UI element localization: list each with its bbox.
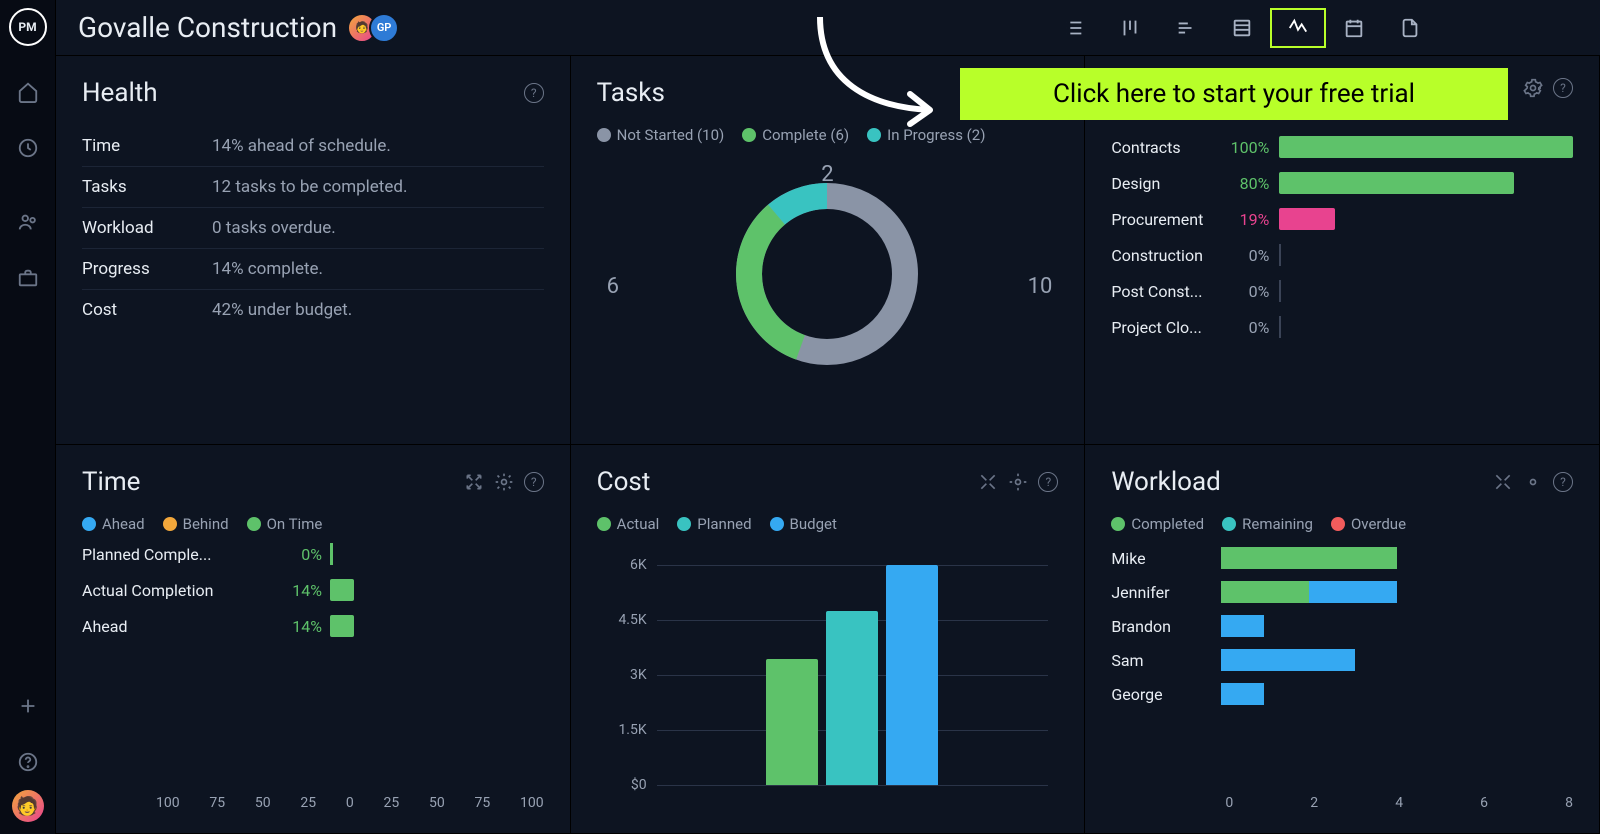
help-icon[interactable]: ? [1038, 472, 1058, 492]
workload-axis: 02468 [1225, 795, 1573, 811]
legend-item[interactable]: Behind [163, 515, 229, 533]
legend-item[interactable]: On Time [247, 515, 323, 533]
health-row: Progress14% complete. [82, 249, 544, 290]
legend-item[interactable]: Planned [677, 515, 751, 533]
donut-label-inprogress: 2 [821, 162, 833, 187]
settings-icon[interactable] [494, 472, 514, 492]
legend-item[interactable]: In Progress (2) [867, 126, 985, 144]
health-row: Workload0 tasks overdue. [82, 208, 544, 249]
time-row: Ahead14% [82, 615, 544, 637]
health-row: Time14% ahead of schedule. [82, 126, 544, 167]
workload-row: George [1111, 683, 1573, 705]
card-time: Time ? Ahead Behind On Time Planned Comple… [56, 445, 571, 834]
nav-help-icon[interactable] [0, 734, 56, 790]
expand-icon[interactable] [978, 472, 998, 492]
card-title: Cost [597, 467, 651, 497]
help-icon[interactable]: ? [1553, 472, 1573, 492]
legend-item[interactable]: Remaining [1222, 515, 1313, 533]
tasks-legend: Not Started (10) Complete (6) In Progress … [597, 126, 1059, 144]
help-icon[interactable]: ? [1553, 78, 1573, 98]
view-files-icon[interactable] [1382, 8, 1438, 48]
dashboard-grid: Health ? Time14% ahead of schedule.Tasks… [56, 56, 1600, 834]
card-health: Health ? Time14% ahead of schedule.Tasks… [56, 56, 571, 445]
workload-row: Sam [1111, 649, 1573, 671]
legend-item[interactable]: Ahead [82, 515, 145, 533]
phase-row: Construction0% [1111, 244, 1573, 266]
legend-item[interactable]: Budget [770, 515, 837, 533]
cost-legend: Actual Planned Budget [597, 515, 1059, 533]
donut-label-notstarted: 10 [1028, 274, 1053, 299]
help-icon[interactable]: ? [524, 472, 544, 492]
workload-row: Brandon [1111, 615, 1573, 637]
card-title: Tasks [597, 78, 665, 108]
health-row: Cost42% under budget. [82, 290, 544, 330]
nav-home-icon[interactable] [0, 64, 56, 120]
phase-row: Procurement19% [1111, 208, 1573, 230]
settings-icon[interactable] [1008, 472, 1028, 492]
card-title: Health [82, 78, 158, 108]
legend-item[interactable]: Completed [1111, 515, 1204, 533]
nav-recent-icon[interactable] [0, 120, 56, 176]
phase-row: Post Const...0% [1111, 280, 1573, 302]
free-trial-banner[interactable]: Click here to start your free trial [960, 68, 1508, 120]
help-icon[interactable]: ? [524, 83, 544, 103]
legend-item[interactable]: Overdue [1331, 515, 1406, 533]
nav-add-icon[interactable] [0, 678, 56, 734]
phase-row: Design80% [1111, 172, 1573, 194]
health-row: Tasks12 tasks to be completed. [82, 167, 544, 208]
card-title: Workload [1111, 467, 1220, 497]
cost-bar [826, 611, 878, 785]
settings-icon[interactable] [1523, 472, 1543, 492]
view-sheet-icon[interactable] [1214, 8, 1270, 48]
member-avatar[interactable]: GP [369, 13, 399, 43]
workload-legend: Completed Remaining Overdue [1111, 515, 1573, 533]
time-row: Actual Completion14% [82, 579, 544, 601]
time-axis: 1007550250255075100 [156, 795, 544, 811]
expand-icon[interactable] [464, 472, 484, 492]
view-gantt-icon[interactable] [1158, 8, 1214, 48]
view-dashboard-icon[interactable] [1270, 8, 1326, 48]
view-calendar-icon[interactable] [1326, 8, 1382, 48]
project-title: Govalle Construction [78, 11, 337, 44]
phase-row: Project Clo...0% [1111, 316, 1573, 338]
card-workload: Workload ? Completed Remaining Overdue Mik… [1085, 445, 1600, 834]
workload-row: Mike [1111, 547, 1573, 569]
project-members[interactable]: 🧑 GP [355, 13, 399, 43]
time-row: Planned Comple...0% [82, 543, 544, 565]
view-switcher [1046, 8, 1438, 48]
nav-briefcase-icon[interactable] [0, 250, 56, 306]
cost-chart: 6K4.5K3K1.5K$0 [597, 545, 1059, 805]
cost-bar [886, 565, 938, 785]
legend-item[interactable]: Complete (6) [742, 126, 849, 144]
legend-item[interactable]: Not Started (10) [597, 126, 725, 144]
legend-item[interactable]: Actual [597, 515, 660, 533]
nav-team-icon[interactable] [0, 194, 56, 250]
workload-row: Jennifer [1111, 581, 1573, 603]
user-avatar[interactable]: 🧑 [12, 790, 44, 822]
tasks-donut: 2 10 6 [597, 154, 1059, 374]
card-cost: Cost ? Actual Planned Budget 6K4.5K3K1.5K$… [571, 445, 1086, 834]
card-title: Time [82, 467, 140, 497]
nav-rail: PM 🧑 [0, 0, 56, 834]
expand-icon[interactable] [1493, 472, 1513, 492]
cost-bar [766, 659, 818, 785]
app-logo[interactable]: PM [9, 8, 47, 46]
view-list-icon[interactable] [1046, 8, 1102, 48]
topbar: Govalle Construction 🧑 GP [56, 0, 1600, 56]
settings-icon[interactable] [1523, 78, 1543, 98]
view-board-icon[interactable] [1102, 8, 1158, 48]
phase-row: Contracts100% [1111, 136, 1573, 158]
time-legend: Ahead Behind On Time [82, 515, 544, 533]
donut-label-complete: 6 [607, 274, 619, 299]
